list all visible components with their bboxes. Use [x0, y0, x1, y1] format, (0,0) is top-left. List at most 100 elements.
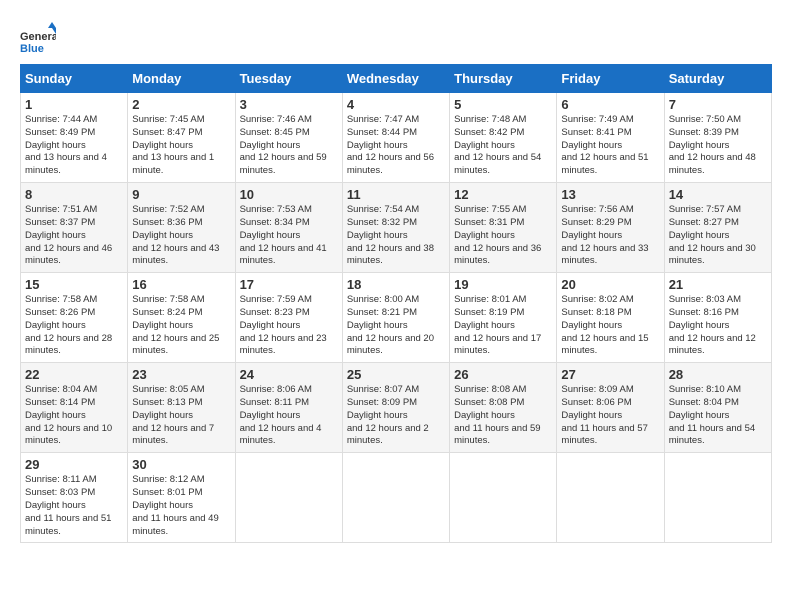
calendar-cell: 4 Sunrise: 7:47 AM Sunset: 8:44 PM Dayli… [342, 93, 449, 183]
day-info: Sunrise: 7:56 AM Sunset: 8:29 PM Dayligh… [561, 204, 659, 268]
day-info: Sunrise: 8:04 AM Sunset: 8:14 PM Dayligh… [25, 384, 123, 448]
calendar-cell: 8 Sunrise: 7:51 AM Sunset: 8:37 PM Dayli… [21, 183, 128, 273]
calendar-cell: 26 Sunrise: 8:08 AM Sunset: 8:08 PM Dayl… [450, 363, 557, 453]
day-number: 2 [132, 97, 230, 112]
day-number: 23 [132, 367, 230, 382]
calendar-cell [450, 453, 557, 543]
day-number: 17 [240, 277, 338, 292]
day-number: 1 [25, 97, 123, 112]
day-number: 29 [25, 457, 123, 472]
day-number: 7 [669, 97, 767, 112]
day-info: Sunrise: 7:47 AM Sunset: 8:44 PM Dayligh… [347, 114, 445, 178]
day-info: Sunrise: 7:58 AM Sunset: 8:26 PM Dayligh… [25, 294, 123, 358]
day-number: 16 [132, 277, 230, 292]
day-number: 15 [25, 277, 123, 292]
calendar-cell [664, 453, 771, 543]
calendar-cell [557, 453, 664, 543]
calendar-header-sunday: Sunday [21, 65, 128, 93]
day-info: Sunrise: 8:08 AM Sunset: 8:08 PM Dayligh… [454, 384, 552, 448]
day-number: 21 [669, 277, 767, 292]
calendar-cell: 16 Sunrise: 7:58 AM Sunset: 8:24 PM Dayl… [128, 273, 235, 363]
day-info: Sunrise: 7:44 AM Sunset: 8:49 PM Dayligh… [25, 114, 123, 178]
day-number: 24 [240, 367, 338, 382]
calendar-cell: 28 Sunrise: 8:10 AM Sunset: 8:04 PM Dayl… [664, 363, 771, 453]
day-info: Sunrise: 7:54 AM Sunset: 8:32 PM Dayligh… [347, 204, 445, 268]
day-info: Sunrise: 7:50 AM Sunset: 8:39 PM Dayligh… [669, 114, 767, 178]
day-info: Sunrise: 7:58 AM Sunset: 8:24 PM Dayligh… [132, 294, 230, 358]
day-info: Sunrise: 8:07 AM Sunset: 8:09 PM Dayligh… [347, 384, 445, 448]
day-info: Sunrise: 8:09 AM Sunset: 8:06 PM Dayligh… [561, 384, 659, 448]
calendar-week-row: 15 Sunrise: 7:58 AM Sunset: 8:26 PM Dayl… [21, 273, 772, 363]
day-number: 22 [25, 367, 123, 382]
svg-text:Blue: Blue [20, 43, 44, 55]
calendar-header-row: SundayMondayTuesdayWednesdayThursdayFrid… [21, 65, 772, 93]
calendar-cell [235, 453, 342, 543]
day-number: 9 [132, 187, 230, 202]
day-number: 20 [561, 277, 659, 292]
calendar-cell [342, 453, 449, 543]
calendar-cell: 30 Sunrise: 8:12 AM Sunset: 8:01 PM Dayl… [128, 453, 235, 543]
calendar-header-tuesday: Tuesday [235, 65, 342, 93]
day-number: 8 [25, 187, 123, 202]
calendar-week-row: 8 Sunrise: 7:51 AM Sunset: 8:37 PM Dayli… [21, 183, 772, 273]
day-number: 12 [454, 187, 552, 202]
calendar-cell: 27 Sunrise: 8:09 AM Sunset: 8:06 PM Dayl… [557, 363, 664, 453]
logo-icon: General Blue [20, 20, 56, 56]
page-header: General Blue [20, 20, 772, 56]
day-number: 11 [347, 187, 445, 202]
calendar-week-row: 1 Sunrise: 7:44 AM Sunset: 8:49 PM Dayli… [21, 93, 772, 183]
calendar-cell: 17 Sunrise: 7:59 AM Sunset: 8:23 PM Dayl… [235, 273, 342, 363]
calendar-cell: 14 Sunrise: 7:57 AM Sunset: 8:27 PM Dayl… [664, 183, 771, 273]
day-number: 4 [347, 97, 445, 112]
day-info: Sunrise: 7:52 AM Sunset: 8:36 PM Dayligh… [132, 204, 230, 268]
calendar-header-saturday: Saturday [664, 65, 771, 93]
calendar-cell: 2 Sunrise: 7:45 AM Sunset: 8:47 PM Dayli… [128, 93, 235, 183]
day-number: 18 [347, 277, 445, 292]
day-info: Sunrise: 8:11 AM Sunset: 8:03 PM Dayligh… [25, 474, 123, 538]
calendar-cell: 12 Sunrise: 7:55 AM Sunset: 8:31 PM Dayl… [450, 183, 557, 273]
day-number: 14 [669, 187, 767, 202]
calendar-cell: 10 Sunrise: 7:53 AM Sunset: 8:34 PM Dayl… [235, 183, 342, 273]
calendar-week-row: 29 Sunrise: 8:11 AM Sunset: 8:03 PM Dayl… [21, 453, 772, 543]
day-number: 25 [347, 367, 445, 382]
calendar-cell: 22 Sunrise: 8:04 AM Sunset: 8:14 PM Dayl… [21, 363, 128, 453]
day-number: 26 [454, 367, 552, 382]
day-number: 5 [454, 97, 552, 112]
day-info: Sunrise: 8:01 AM Sunset: 8:19 PM Dayligh… [454, 294, 552, 358]
calendar-header-thursday: Thursday [450, 65, 557, 93]
calendar-cell: 3 Sunrise: 7:46 AM Sunset: 8:45 PM Dayli… [235, 93, 342, 183]
day-number: 28 [669, 367, 767, 382]
calendar-cell: 5 Sunrise: 7:48 AM Sunset: 8:42 PM Dayli… [450, 93, 557, 183]
day-info: Sunrise: 7:46 AM Sunset: 8:45 PM Dayligh… [240, 114, 338, 178]
day-info: Sunrise: 8:12 AM Sunset: 8:01 PM Dayligh… [132, 474, 230, 538]
svg-text:General: General [20, 31, 56, 43]
day-info: Sunrise: 7:48 AM Sunset: 8:42 PM Dayligh… [454, 114, 552, 178]
day-number: 3 [240, 97, 338, 112]
calendar-header-monday: Monday [128, 65, 235, 93]
day-number: 27 [561, 367, 659, 382]
day-info: Sunrise: 7:53 AM Sunset: 8:34 PM Dayligh… [240, 204, 338, 268]
calendar-cell: 25 Sunrise: 8:07 AM Sunset: 8:09 PM Dayl… [342, 363, 449, 453]
calendar-cell: 9 Sunrise: 7:52 AM Sunset: 8:36 PM Dayli… [128, 183, 235, 273]
calendar-cell: 24 Sunrise: 8:06 AM Sunset: 8:11 PM Dayl… [235, 363, 342, 453]
day-info: Sunrise: 8:10 AM Sunset: 8:04 PM Dayligh… [669, 384, 767, 448]
day-number: 30 [132, 457, 230, 472]
day-info: Sunrise: 8:00 AM Sunset: 8:21 PM Dayligh… [347, 294, 445, 358]
calendar-cell: 20 Sunrise: 8:02 AM Sunset: 8:18 PM Dayl… [557, 273, 664, 363]
day-number: 6 [561, 97, 659, 112]
calendar-cell: 6 Sunrise: 7:49 AM Sunset: 8:41 PM Dayli… [557, 93, 664, 183]
calendar-header-friday: Friday [557, 65, 664, 93]
day-info: Sunrise: 8:02 AM Sunset: 8:18 PM Dayligh… [561, 294, 659, 358]
day-info: Sunrise: 7:57 AM Sunset: 8:27 PM Dayligh… [669, 204, 767, 268]
calendar-header-wednesday: Wednesday [342, 65, 449, 93]
calendar-cell: 21 Sunrise: 8:03 AM Sunset: 8:16 PM Dayl… [664, 273, 771, 363]
day-number: 19 [454, 277, 552, 292]
calendar-cell: 23 Sunrise: 8:05 AM Sunset: 8:13 PM Dayl… [128, 363, 235, 453]
day-info: Sunrise: 8:05 AM Sunset: 8:13 PM Dayligh… [132, 384, 230, 448]
day-info: Sunrise: 7:55 AM Sunset: 8:31 PM Dayligh… [454, 204, 552, 268]
calendar-cell: 13 Sunrise: 7:56 AM Sunset: 8:29 PM Dayl… [557, 183, 664, 273]
day-number: 10 [240, 187, 338, 202]
logo: General Blue [20, 20, 60, 56]
calendar-cell: 11 Sunrise: 7:54 AM Sunset: 8:32 PM Dayl… [342, 183, 449, 273]
day-info: Sunrise: 7:49 AM Sunset: 8:41 PM Dayligh… [561, 114, 659, 178]
